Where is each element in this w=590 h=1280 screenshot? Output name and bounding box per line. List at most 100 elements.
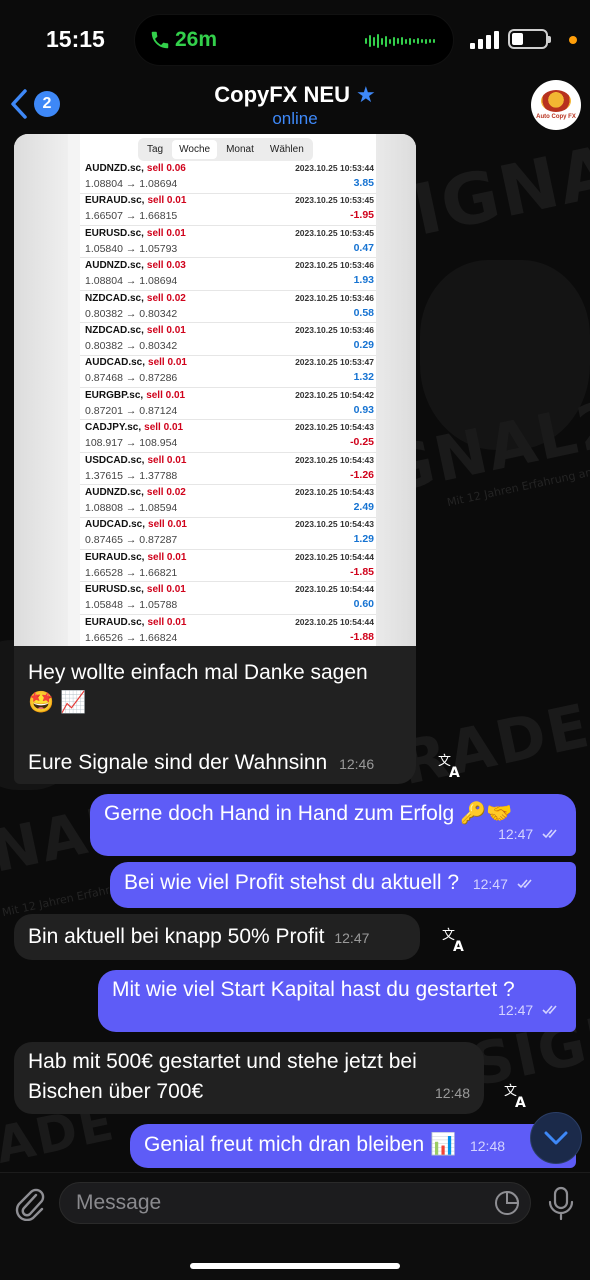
message-text: Bin aktuell bei knapp 50% Profit xyxy=(28,925,325,948)
message-time: 12:48 xyxy=(469,1138,506,1154)
trade-side: sell 0.02 xyxy=(146,292,186,304)
clock: 15:15 xyxy=(46,26,105,52)
trade-row: USDCAD.sc, sell 0.01 1.37615 → 1.37788 2023… xyxy=(80,453,376,486)
trade-time: 2023.10.25 10:54:42 xyxy=(295,389,374,400)
trade-time: 2023.10.25 10:53:45 xyxy=(295,195,374,206)
chat-title[interactable]: CopyFX NEU ★ xyxy=(0,82,590,108)
translate-icon: 文 A xyxy=(438,754,460,779)
trade-row: AUDNZD.sc, sell 0.02 1.08808 → 1.08594 2023… xyxy=(80,485,376,518)
trade-time: 2023.10.25 10:54:44 xyxy=(295,551,374,562)
trade-symbol: EURUSD.sc, sell 0.01 xyxy=(85,584,186,596)
trade-side: sell 0.01 xyxy=(146,325,186,336)
trade-row: NZDCAD.sc, sell 0.02 0.80382 → 0.80342 2023… xyxy=(80,291,376,324)
translate-button[interactable]: 文 A xyxy=(432,746,470,784)
trade-profit: 0.29 xyxy=(353,339,374,351)
message-field[interactable] xyxy=(59,1182,531,1224)
home-indicator[interactable] xyxy=(190,1263,400,1269)
incoming-message[interactable]: Hey wollte einfach mal Danke sagen 🤩 📈 E… xyxy=(14,646,416,784)
incoming-message[interactable]: Hab mit 500€ gestartet und stehe jetzt b… xyxy=(14,1042,484,1114)
trade-side: sell 0.01 xyxy=(147,454,187,466)
trade-time: 2023.10.25 10:53:45 xyxy=(295,227,374,238)
trade-prices: 1.08804 → 1.08694 xyxy=(85,275,178,288)
message-time: 12:47 xyxy=(498,1002,534,1018)
wallpaper-watermark: RADE xyxy=(394,690,590,800)
status-bar: 15:15 26m xyxy=(0,0,590,78)
trade-symbol: AUDNZD.sc, sell 0.06 xyxy=(85,163,186,174)
trade-row: AUDCAD.sc, sell 0.01 0.87468 → 0.87286 2023… xyxy=(80,355,376,388)
message-text: Genial freut mich dran bleiben 📊 xyxy=(144,1133,457,1156)
outgoing-message[interactable]: Mit wie viel Start Kapital hast du gesta… xyxy=(98,970,576,1032)
read-receipt-icon xyxy=(542,1005,557,1015)
chevron-down-icon xyxy=(544,1131,568,1145)
message-text: Bei wie viel Profit stehst du aktuell ? xyxy=(124,871,459,894)
message-time: 12:47 xyxy=(498,826,534,842)
trade-time: 2023.10.25 10:53:46 xyxy=(295,325,374,335)
trade-profit: 0.60 xyxy=(353,598,374,611)
trade-time: 2023.10.25 10:53:47 xyxy=(295,357,374,368)
trade-prices: 1.66528 → 1.66821 xyxy=(85,566,178,579)
trade-time: 2023.10.25 10:53:46 xyxy=(295,292,374,303)
trade-prices: 0.80382 → 0.80342 xyxy=(85,340,178,352)
trade-symbol: AUDNZD.sc, sell 0.02 xyxy=(85,487,186,498)
dynamic-island[interactable]: 26m xyxy=(134,14,454,66)
period-segmented-control: Tag Woche Monat Wählen xyxy=(138,138,313,161)
message-text: Mit wie viel Start Kapital hast du gesta… xyxy=(112,978,515,1001)
trade-history-screenshot: Tag Woche Monat Wählen AUDNZD.sc, sell 0.06 1… xyxy=(80,134,376,646)
outgoing-message[interactable]: Gerne doch Hand in Hand zum Erfolg 🔑🤝 12… xyxy=(90,794,576,856)
svg-text:A: A xyxy=(449,765,460,779)
photo-message[interactable]: Tag Woche Monat Wählen AUDNZD.sc, sell 0.06 1… xyxy=(14,134,416,646)
scroll-to-bottom-button[interactable] xyxy=(530,1112,582,1164)
trade-profit: -1.26 xyxy=(350,468,374,481)
read-receipt-icon xyxy=(542,829,557,839)
trade-profit: 0.58 xyxy=(353,306,374,319)
trade-row: EURUSD.sc, sell 0.01 1.05848 → 1.05788 2023… xyxy=(80,582,376,615)
trade-row: CADJPY.sc, sell 0.01 108.917 → 108.954 2023… xyxy=(80,420,376,453)
trade-profit: 1.29 xyxy=(353,533,374,546)
message-text: Gerne doch Hand in Hand zum Erfolg 🔑🤝 xyxy=(104,802,513,825)
trade-time: 2023.10.25 10:53:44 xyxy=(295,163,374,173)
trade-side: sell 0.06 xyxy=(146,163,186,174)
period-tab: Tag xyxy=(147,144,164,155)
message-input[interactable] xyxy=(76,1183,486,1223)
sticker-icon[interactable] xyxy=(494,1190,520,1216)
chat-name: CopyFX NEU xyxy=(214,82,350,107)
trade-profit: 2.49 xyxy=(353,501,374,513)
trade-symbol: EURAUD.sc, sell 0.01 xyxy=(85,616,187,628)
trade-time: 2023.10.25 10:54:43 xyxy=(295,454,374,465)
trade-side: sell 0.02 xyxy=(146,487,186,498)
message-text: Bischen über 700€ xyxy=(28,1080,204,1103)
audio-waveform-icon xyxy=(365,34,435,48)
trade-side: sell 0.01 xyxy=(146,389,186,401)
trade-prices: 0.87201 → 0.87124 xyxy=(85,404,178,417)
incoming-message[interactable]: Bin aktuell bei knapp 50% Profit 12:47 xyxy=(14,914,420,960)
trade-prices: 1.08804 → 1.08694 xyxy=(85,178,178,190)
translate-button[interactable]: 文 A xyxy=(436,920,474,958)
phone-icon xyxy=(151,31,169,49)
chat-status: online xyxy=(272,109,318,128)
message-time: 12:47 xyxy=(334,930,370,946)
call-duration: 26m xyxy=(175,28,218,51)
trade-profit: 1.93 xyxy=(353,274,374,287)
trade-prices: 1.05840 → 1.05793 xyxy=(85,242,178,255)
trade-time: 2023.10.25 10:54:43 xyxy=(295,519,374,530)
paperclip-icon[interactable] xyxy=(12,1185,46,1221)
cellular-signal-icon xyxy=(470,31,499,49)
trade-symbol: USDCAD.sc, sell 0.01 xyxy=(85,454,187,466)
trade-side: sell 0.01 xyxy=(148,357,187,369)
translate-button[interactable]: 文 A xyxy=(498,1076,536,1114)
trade-profit: 1.32 xyxy=(353,371,374,384)
outgoing-message[interactable]: Genial freut mich dran bleiben 📊 12:48 xyxy=(130,1124,576,1168)
microphone-icon[interactable] xyxy=(547,1186,575,1222)
svg-text:A: A xyxy=(453,939,464,953)
trade-profit: 0.93 xyxy=(353,403,374,416)
trade-side: sell 0.01 xyxy=(147,551,187,563)
trade-profit: 3.85 xyxy=(353,177,374,189)
chat-avatar[interactable]: Auto Copy FX xyxy=(531,80,581,130)
trade-time: 2023.10.25 10:54:43 xyxy=(295,487,374,497)
trade-side: sell 0.01 xyxy=(144,422,184,434)
period-tab: Wählen xyxy=(269,144,304,155)
message-text: Hab mit 500€ gestartet und stehe jetzt b… xyxy=(28,1050,417,1073)
trade-profit: -1.85 xyxy=(350,565,374,578)
trade-symbol: EURAUD.sc, sell 0.01 xyxy=(85,195,187,207)
outgoing-message[interactable]: Bei wie viel Profit stehst du aktuell ? … xyxy=(110,862,576,908)
